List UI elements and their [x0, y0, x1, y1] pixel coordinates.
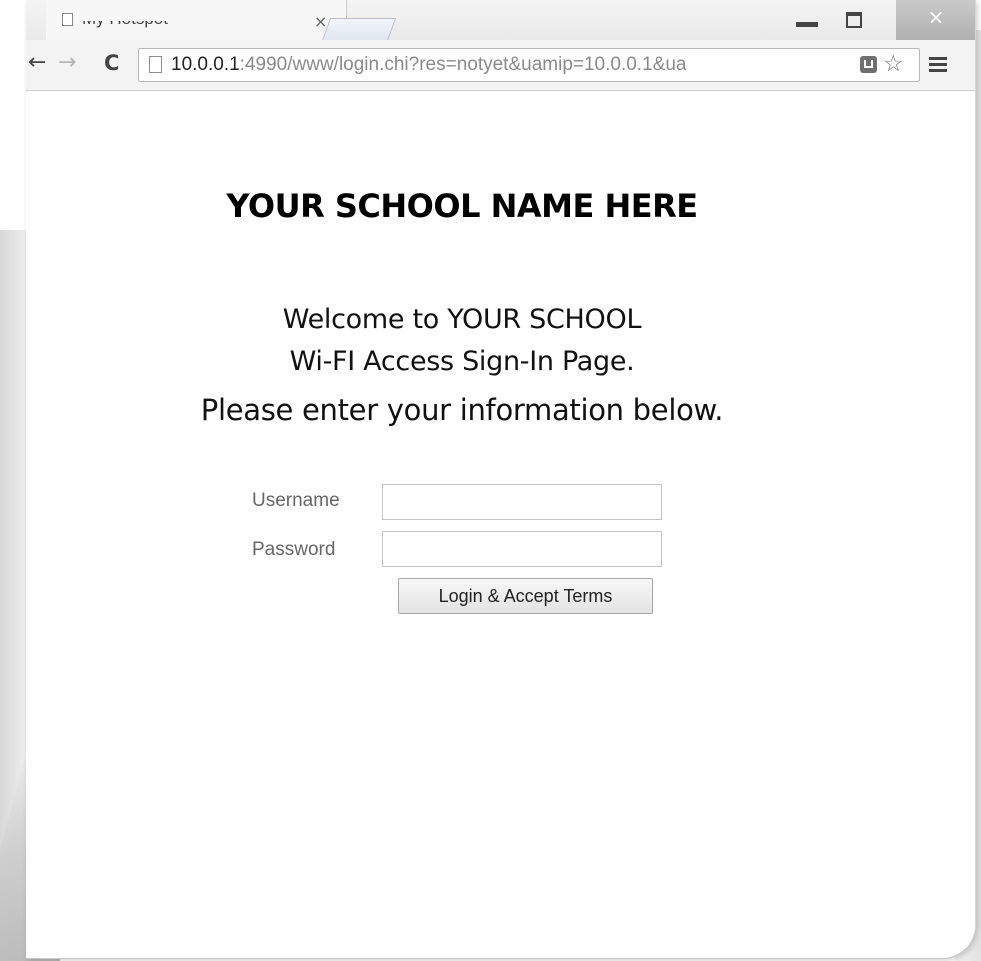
browser-toolbar: ← → C 10.0.0.1:4990/www/login.chi?res=no… — [26, 40, 975, 91]
username-label: Username — [252, 490, 340, 511]
url-host: 10.0.0.1 — [171, 54, 240, 75]
password-input[interactable] — [382, 531, 662, 567]
page-favicon-icon — [62, 13, 73, 26]
minimize-button[interactable] — [796, 22, 818, 27]
password-label: Password — [252, 539, 336, 560]
extension-icon[interactable] — [860, 56, 877, 73]
browser-window: My Hotspot × × ← → C 10.0.0.1:4990/www/l… — [26, 0, 976, 959]
tab-strip: My Hotspot × × — [26, 0, 975, 41]
back-arrow-icon[interactable]: ← — [28, 49, 46, 77]
window-close-button[interactable]: × — [896, 0, 975, 40]
welcome-line-3: Please enter your information below. — [200, 393, 724, 427]
welcome-line-2: Wi-FI Access Sign-In Page. — [289, 346, 635, 377]
login-accept-terms-button[interactable]: Login & Accept Terms — [398, 578, 653, 614]
new-tab-button[interactable] — [321, 18, 397, 41]
username-input[interactable] — [382, 484, 662, 520]
address-bar[interactable]: 10.0.0.1:4990/www/login.chi?res=notyet&u… — [138, 48, 920, 82]
school-name-heading: YOUR SCHOOL NAME HERE — [226, 187, 698, 225]
maximize-button[interactable] — [846, 12, 862, 28]
menu-icon[interactable] — [929, 57, 947, 72]
tab-title: My Hotspot — [82, 9, 168, 28]
url-text[interactable]: 10.0.0.1:4990/www/login.chi?res=notyet&u… — [171, 53, 686, 77]
page-content: YOUR SCHOOL NAME HERE Welcome to YOUR SC… — [26, 91, 975, 958]
page-icon — [149, 56, 162, 73]
reload-icon[interactable]: C — [104, 49, 119, 77]
forward-arrow-icon[interactable]: → — [58, 49, 76, 77]
tab-my-hotspot[interactable]: My Hotspot × — [46, 0, 347, 40]
url-path: :4990/www/login.chi?res=notyet&uamip=10.… — [239, 54, 687, 75]
bookmark-star-icon[interactable]: ☆ — [883, 50, 904, 78]
welcome-line-1: Welcome to YOUR SCHOOL — [282, 304, 642, 335]
